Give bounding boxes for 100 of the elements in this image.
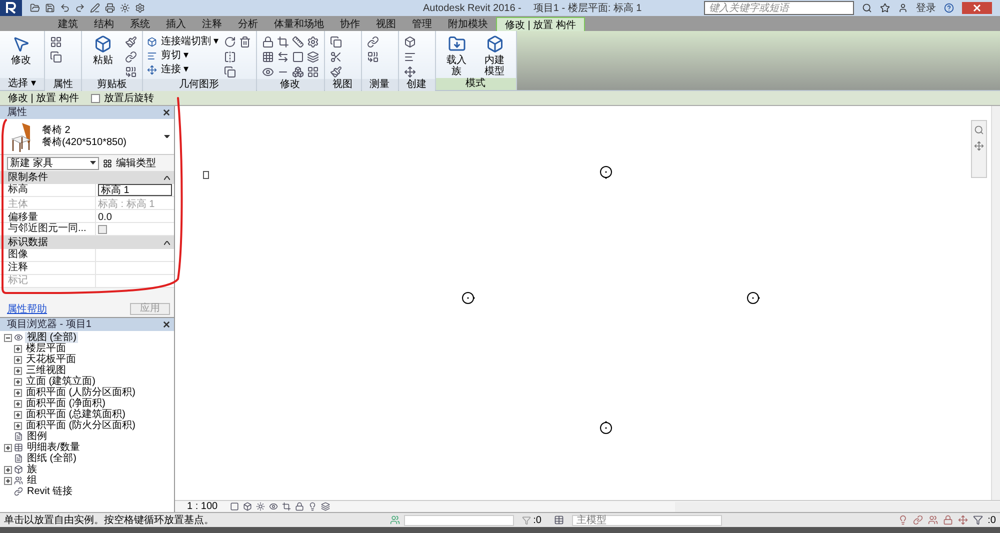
tree-item[interactable]: 楼层平面 [24,343,68,354]
elevation-marker-icon[interactable] [460,291,475,306]
ribbon-tab[interactable]: 结构 [86,17,122,31]
eye-icon[interactable] [268,502,278,511]
copy-icon[interactable] [224,66,236,78]
gear-icon[interactable] [306,36,319,48]
tree-item[interactable]: 图例 [25,431,49,442]
ribbon-large-button[interactable]: 粘贴 [86,35,120,66]
layers-icon[interactable] [306,51,319,63]
tree-item[interactable]: 三维视图 [24,365,68,376]
cube-icon[interactable] [404,36,416,48]
horizontal-scrollbar[interactable] [675,502,1000,512]
workset-dropdown[interactable]: 主模型 [572,514,722,526]
type-selector[interactable]: 餐椅 2 餐椅(420*510*850) [0,119,174,155]
tree-item[interactable]: 面积平面 (净面积) [24,398,108,409]
expand-toggle-icon[interactable] [14,422,22,430]
panel-label[interactable]: 属性 [44,79,81,91]
combine-icon[interactable] [124,66,137,78]
ruler-icon[interactable] [292,36,304,48]
ribbon-tab[interactable]: 附加模块 [440,17,496,31]
move-icon[interactable] [958,515,968,525]
close-icon[interactable] [163,321,170,328]
panel-label[interactable]: 模式 [436,78,516,90]
panel-label[interactable]: 几何图形 [142,79,256,91]
panel-label[interactable]: 剪贴板 [82,79,142,91]
elevation-marker-icon[interactable] [599,165,614,180]
table-icon[interactable] [554,515,564,525]
tree-item[interactable]: 面积平面 (总建筑面积) [24,409,128,420]
vertical-scrollbar[interactable] [991,106,1000,500]
category-dropdown[interactable]: 新建 家具 [7,156,99,170]
help-link[interactable]: 属性帮助 [7,302,47,316]
link-icon[interactable] [366,36,379,48]
sign-in-button[interactable]: 登录 [916,0,936,16]
crop-icon[interactable] [282,502,291,511]
property-group-header[interactable]: 限制条件 [0,171,174,184]
view-scale[interactable]: 1 : 100 [187,499,218,514]
crop-icon[interactable] [276,36,289,48]
ribbon-large-button[interactable]: 内建模型 [478,35,512,77]
tree-item[interactable]: 面积平面 (人防分区面积) [24,387,138,398]
panel-label[interactable]: 视图 [324,79,361,91]
cube-icon[interactable] [242,502,252,511]
star-icon[interactable] [880,3,890,13]
expand-toggle-icon[interactable] [14,344,22,352]
copy-icon[interactable] [330,36,342,48]
tree-item[interactable]: 组 [25,475,39,486]
app-menu-button[interactable] [0,0,22,16]
printer-icon[interactable] [105,3,115,13]
tree-item[interactable]: 族 [25,464,39,475]
square-icon[interactable] [230,502,239,511]
tree-item[interactable]: 明细表/数量 [25,442,82,453]
scissors-icon[interactable] [330,51,342,63]
edit-type-button[interactable]: 编辑类型 [103,156,156,170]
gear-icon[interactable] [135,3,145,13]
ribbon-tab[interactable]: 系统 [122,17,158,31]
combine-icon[interactable] [366,51,379,63]
ribbon-tab[interactable]: 协作 [332,17,368,31]
expand-toggle-icon[interactable] [14,388,22,396]
ribbon-small-button[interactable]: 剪切 ▾ [146,49,219,62]
tree-item[interactable]: 天花板平面 [24,354,78,365]
close-icon[interactable] [163,109,170,116]
expand-toggle-icon[interactable] [14,410,22,418]
ribbon-large-button[interactable]: 载入族 [440,35,474,77]
panel-label[interactable]: 修改 [256,79,324,91]
ribbon-tab[interactable]: 视图 [368,17,404,31]
redo-icon[interactable] [75,3,85,13]
expand-toggle-icon[interactable] [4,476,12,484]
lightbulb-icon[interactable] [308,502,317,511]
expand-toggle-icon[interactable] [14,378,22,386]
rotate-icon[interactable] [224,36,236,48]
elevation-marker-icon[interactable] [599,421,614,436]
grid-icon[interactable] [50,36,62,48]
panel-label[interactable]: 创建 [398,79,435,91]
search-field[interactable]: 键入关键字或短语 [704,1,854,15]
elevation-marker-icon[interactable] [746,291,760,306]
panel-label[interactable]: 选择 ▾ [0,78,44,90]
square-icon[interactable] [292,51,304,63]
tree-item[interactable]: 面积平面 (防火分区面积) [24,420,138,431]
sun-icon[interactable] [120,3,130,13]
undo-icon[interactable] [60,3,70,13]
ribbon-tab[interactable]: 修改 | 放置 构件 [496,17,585,31]
expand-toggle-icon[interactable] [4,444,12,452]
lightbulb-icon[interactable] [898,515,908,525]
pen-icon[interactable] [90,3,100,13]
lock-icon[interactable] [294,502,304,511]
tree-item[interactable]: 立面 (建筑立面) [24,376,98,387]
save-icon[interactable] [45,3,55,13]
paintbrush-icon[interactable] [330,66,342,78]
paintbrush-icon[interactable] [124,36,137,48]
lock-icon[interactable] [262,36,274,48]
tree-item[interactable]: Revit 链接 [25,486,75,497]
expand-toggle-icon[interactable] [4,466,12,474]
checkbox[interactable] [90,94,100,102]
user-icon[interactable] [898,3,908,13]
expand-toggle-icon[interactable] [14,400,22,408]
ribbon-large-button[interactable]: 修改 [4,35,38,66]
sun-icon[interactable] [256,502,265,511]
tree-item[interactable]: 视图 (全部) [25,332,78,343]
eye-icon[interactable] [262,66,274,78]
array-icon[interactable] [262,51,274,63]
pan-icon[interactable] [974,141,984,151]
